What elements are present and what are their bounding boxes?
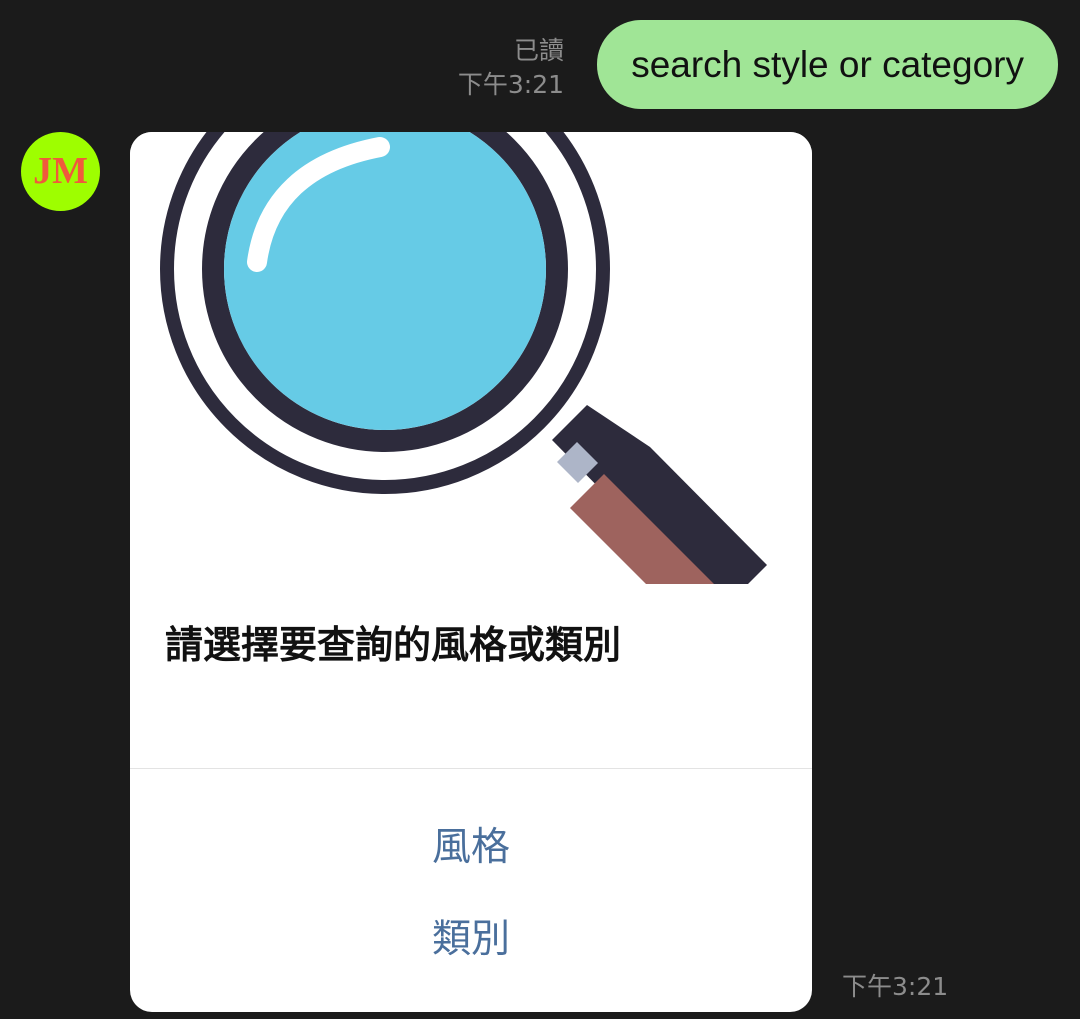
outgoing-message-meta: 已讀 下午3:21 <box>458 34 564 102</box>
style-button[interactable]: 風格 <box>130 810 812 886</box>
template-message-card: 請選擇要查詢的風格或類別 風格 類別 <box>130 132 812 1012</box>
card-divider <box>130 768 812 769</box>
card-image[interactable] <box>130 132 812 584</box>
outgoing-timestamp: 下午3:21 <box>457 70 564 99</box>
avatar[interactable]: JM <box>21 132 100 211</box>
read-status: 已讀 <box>513 36 564 65</box>
outgoing-message-bubble[interactable]: search style or category <box>597 20 1058 109</box>
magnifier-icon <box>160 132 767 584</box>
incoming-timestamp: 下午3:21 <box>842 972 949 1001</box>
card-title: 請選擇要查詢的風格或類別 <box>165 623 622 667</box>
category-button[interactable]: 類別 <box>130 902 812 978</box>
